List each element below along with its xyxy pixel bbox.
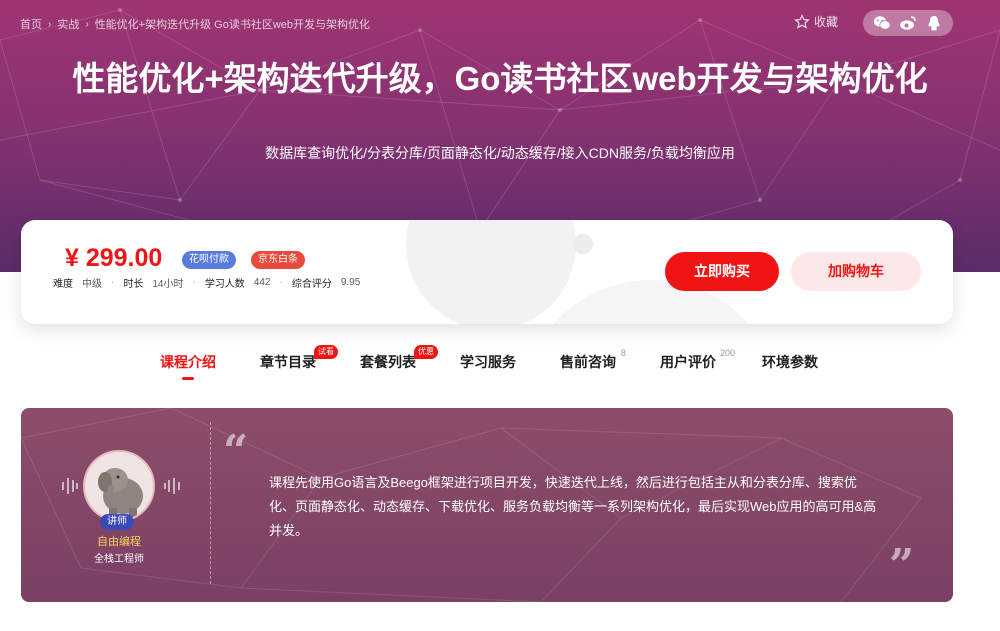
tab-label: 用户评价 bbox=[660, 354, 716, 370]
close-quote-icon: ” bbox=[889, 540, 915, 591]
course-price: ¥ 299.00 bbox=[65, 244, 163, 272]
favorite-label: 收藏 bbox=[814, 15, 839, 29]
breadcrumb-home[interactable]: 首页 bbox=[20, 16, 42, 32]
meta-key-duration: 时长 bbox=[123, 279, 144, 290]
course-title: 性能优化+架构迭代升级，Go读书社区web开发与架构优化 bbox=[72, 60, 928, 97]
tab-course-intro[interactable]: 课程介绍 bbox=[160, 352, 216, 380]
tab-label: 套餐列表 bbox=[360, 354, 416, 370]
sound-wave-icon bbox=[164, 478, 180, 494]
tab-presale-consult[interactable]: 售前咨询 8 bbox=[560, 348, 626, 372]
trial-badge: 试看 bbox=[314, 345, 338, 359]
course-tabs: 课程介绍 章节目录 试看 套餐列表 优惠 学习服务 售前咨询 8 用户评价 20… bbox=[0, 345, 1000, 382]
meta-key-difficulty: 难度 bbox=[53, 279, 73, 290]
active-tab-indicator bbox=[182, 377, 194, 380]
teacher-role: 全栈工程师 bbox=[94, 554, 144, 565]
meta-separator: · bbox=[111, 277, 115, 288]
open-quote-icon: “ bbox=[223, 426, 249, 477]
decorative-circle bbox=[406, 220, 576, 324]
meta-key-rating: 综合评分 bbox=[291, 279, 332, 290]
course-intro-panel: 讲师 自由编程 全栈工程师 “ 课程先使用Go语言及Beego框架进行项目开发，… bbox=[21, 408, 953, 602]
favorite-button[interactable]: 收藏 bbox=[794, 13, 838, 30]
purchase-card: ¥ 299.00 花呗付款 京东白条 难度 中级 · 时长 14小时 · 学习人… bbox=[21, 220, 953, 324]
share-bar bbox=[863, 10, 953, 36]
divider bbox=[210, 422, 211, 584]
breadcrumb: 首页 › 实战 › 性能优化+架构迭代升级 Go读书社区web开发与架构优化 bbox=[20, 16, 370, 32]
star-icon bbox=[794, 13, 810, 29]
discount-badge: 优惠 bbox=[414, 345, 438, 359]
meta-value-difficulty: 中级 bbox=[82, 279, 102, 290]
tab-chapters[interactable]: 章节目录 试看 bbox=[260, 345, 338, 372]
weibo-icon[interactable] bbox=[898, 13, 918, 33]
course-subtitle: 数据库查询优化/分表分库/页面静态化/动态缓存/接入CDN服务/负载均衡应用 bbox=[265, 145, 735, 161]
huabei-payment-badge[interactable]: 花呗付款 bbox=[182, 251, 236, 269]
review-count: 200 bbox=[719, 348, 735, 358]
buy-now-button[interactable]: 立即购买 bbox=[665, 252, 779, 291]
meta-key-students: 学习人数 bbox=[204, 279, 245, 290]
tab-label: 课程介绍 bbox=[160, 354, 216, 370]
breadcrumb-category[interactable]: 实战 bbox=[57, 16, 79, 32]
tab-label: 学习服务 bbox=[460, 354, 516, 370]
teacher-avatar[interactable] bbox=[83, 450, 155, 522]
sound-wave-icon bbox=[62, 478, 78, 494]
course-meta: 难度 中级 · 时长 14小时 · 学习人数 442 · 综合评分 9.95 bbox=[53, 275, 369, 290]
meta-value-duration: 14小时 bbox=[152, 279, 184, 290]
meta-separator: · bbox=[192, 277, 196, 288]
teacher-name[interactable]: 自由编程 bbox=[71, 533, 167, 549]
chevron-right-icon: › bbox=[85, 18, 89, 30]
wechat-icon[interactable] bbox=[872, 13, 892, 33]
tab-packages[interactable]: 套餐列表 优惠 bbox=[360, 345, 438, 372]
tab-label: 环境参数 bbox=[762, 354, 818, 370]
breadcrumb-current: 性能优化+架构迭代升级 Go读书社区web开发与架构优化 bbox=[94, 19, 371, 31]
meta-value-students: 442 bbox=[253, 277, 271, 288]
add-to-cart-button[interactable]: 加购物车 bbox=[791, 252, 921, 291]
consult-count: 8 bbox=[620, 348, 626, 358]
meta-value-rating: 9.95 bbox=[340, 277, 361, 288]
jd-baitiao-badge[interactable]: 京东白条 bbox=[251, 251, 305, 269]
qq-icon[interactable] bbox=[924, 13, 944, 33]
decorative-circle bbox=[573, 234, 593, 254]
tab-environment[interactable]: 环境参数 bbox=[762, 352, 818, 372]
course-intro-text: 课程先使用Go语言及Beego框架进行项目开发，快速迭代上线，然后进行包括主从和… bbox=[269, 475, 877, 538]
chevron-right-icon: › bbox=[48, 18, 52, 30]
tab-label: 章节目录 bbox=[260, 354, 316, 370]
tab-label: 售前咨询 bbox=[560, 354, 616, 370]
meta-separator: · bbox=[279, 277, 283, 288]
lecturer-badge: 讲师 bbox=[100, 514, 134, 530]
tab-user-reviews[interactable]: 用户评价 200 bbox=[660, 348, 735, 372]
tab-study-service[interactable]: 学习服务 bbox=[460, 352, 516, 372]
